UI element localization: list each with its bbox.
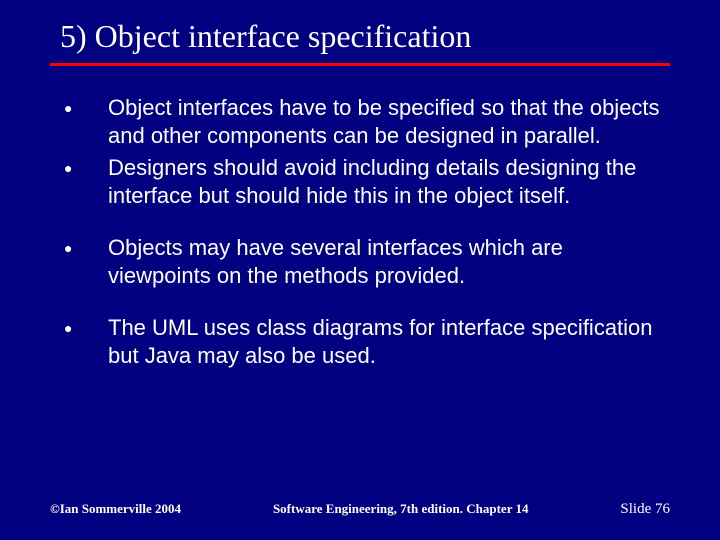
bullet-marker: ● xyxy=(50,154,108,182)
slide: 5) Object interface specification ● Obje… xyxy=(0,0,720,540)
bullet-marker: ● xyxy=(50,94,108,122)
slide-title: 5) Object interface specification xyxy=(60,18,670,55)
footer-copyright: ©Ian Sommerville 2004 xyxy=(50,501,181,517)
bullet-text: Designers should avoid including details… xyxy=(108,154,670,210)
bullet-text: Objects may have several interfaces whic… xyxy=(108,234,670,290)
bullet-text: The UML uses class diagrams for interfac… xyxy=(108,314,670,370)
bullet-text: Object interfaces have to be specified s… xyxy=(108,94,670,150)
bullet-item: ● The UML uses class diagrams for interf… xyxy=(50,314,670,370)
title-rule xyxy=(50,63,670,66)
bullet-item: ● Designers should avoid including detai… xyxy=(50,154,670,210)
footer-book-title: Software Engineering, 7th edition. Chapt… xyxy=(273,501,529,517)
bullet-item: ● Object interfaces have to be specified… xyxy=(50,94,670,150)
bullet-marker: ● xyxy=(50,234,108,262)
content-area: ● Object interfaces have to be specified… xyxy=(50,94,670,540)
bullet-item: ● Objects may have several interfaces wh… xyxy=(50,234,670,290)
footer: ©Ian Sommerville 2004 Software Engineeri… xyxy=(0,501,720,518)
bullet-marker: ● xyxy=(50,314,108,342)
footer-slide-number: Slide 76 xyxy=(620,501,670,518)
